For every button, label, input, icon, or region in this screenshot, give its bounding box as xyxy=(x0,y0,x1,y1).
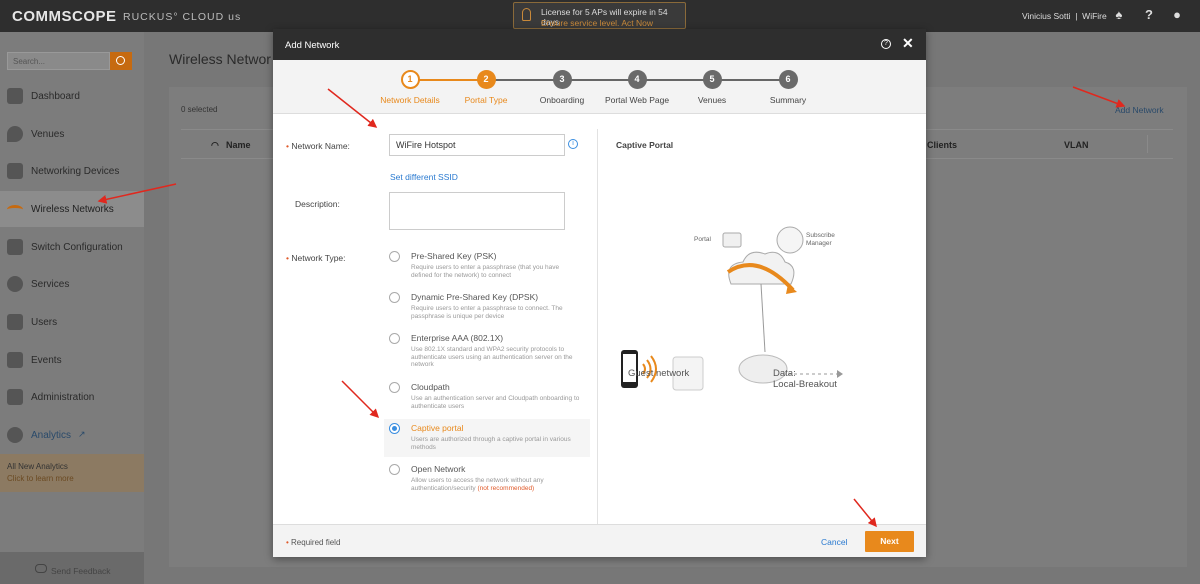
sidebar-item-wireless-networks[interactable]: Wireless Networks xyxy=(0,191,144,227)
send-feedback-button[interactable]: Send Feedback xyxy=(0,552,144,584)
data-label: Data: xyxy=(773,368,796,379)
license-banner[interactable]: License for 5 APs will expire in 54 days… xyxy=(513,2,686,29)
sidebar-item-venues[interactable]: Venues xyxy=(0,116,144,152)
sidebar-item-analytics[interactable]: Analytics ↗ xyxy=(0,417,144,453)
wifi-icon: ◠ xyxy=(211,140,219,150)
radio-captive-portal[interactable] xyxy=(389,423,400,434)
pie-chart-icon xyxy=(7,427,23,443)
description-label: Description: xyxy=(295,199,340,209)
switch-icon xyxy=(7,239,23,255)
step-network-details[interactable]: 1 Network Details xyxy=(370,70,450,105)
help-icon[interactable]: ? xyxy=(1142,8,1156,22)
radio-open-network[interactable] xyxy=(389,464,400,475)
option-enterprise-aaa[interactable]: Enterprise AAA (802.1X) Use 802.1X standa… xyxy=(384,329,590,374)
search-input[interactable]: Search... xyxy=(7,52,110,70)
step-portal-web-page[interactable]: 4 Portal Web Page xyxy=(597,70,677,105)
description-textarea[interactable] xyxy=(389,192,565,230)
sidebar-item-networking-devices[interactable]: Networking Devices xyxy=(0,153,144,189)
dialog-header: Add Network ? ✕ xyxy=(273,29,926,60)
license-action-link[interactable]: Ensure service level. Act Now xyxy=(541,18,653,28)
column-settings-icon[interactable] xyxy=(1147,135,1165,153)
devices-icon xyxy=(7,163,23,179)
option-captive-portal[interactable]: Captive portal Users are authorized throu… xyxy=(384,419,590,457)
required-note: • Required field xyxy=(286,538,341,547)
events-icon xyxy=(7,352,23,368)
chat-icon xyxy=(35,564,47,573)
subscribe-label: Subscribe xyxy=(806,232,835,239)
option-psk[interactable]: Pre-Shared Key (PSK) Require users to ent… xyxy=(384,247,590,285)
network-name-label: • Network Name: xyxy=(286,141,350,151)
brand-logo: COMMSCOPE xyxy=(12,8,117,25)
sidebar-item-administration[interactable]: Administration xyxy=(0,379,144,415)
cancel-button[interactable]: Cancel xyxy=(821,537,847,547)
local-breakout-label: Local-Breakout xyxy=(773,379,837,390)
top-bar: COMMSCOPE RUCKUS° CLOUD us License for 5… xyxy=(0,0,1200,32)
radio-dpsk[interactable] xyxy=(389,292,400,303)
location-pin-icon xyxy=(7,126,23,142)
close-icon[interactable]: ✕ xyxy=(902,35,914,52)
column-vlan[interactable]: VLAN xyxy=(1064,140,1089,150)
gear-icon xyxy=(7,276,23,292)
option-open-network[interactable]: Open Network Allow users to access the ne… xyxy=(384,460,590,498)
wizard-steps: 1 Network Details 2 Portal Type 3 Onboardin… xyxy=(273,60,926,114)
dialog-footer: • Required field Cancel Next xyxy=(273,524,926,557)
wifi-icon xyxy=(7,205,23,214)
manager-label: Manager xyxy=(806,240,832,247)
selection-count: 0 selected xyxy=(181,105,218,114)
search-button[interactable] xyxy=(110,52,132,70)
radio-psk[interactable] xyxy=(389,251,400,262)
analytics-promo[interactable]: All New Analytics Click to learn more xyxy=(0,454,144,492)
sidebar-item-users[interactable]: Users xyxy=(0,304,144,340)
dialog-title: Add Network xyxy=(285,40,340,51)
user-icon xyxy=(7,314,23,330)
subscriber-manager-icon xyxy=(776,226,804,254)
tenant-name: WiFire xyxy=(1082,11,1107,21)
portal-label: Portal xyxy=(694,236,712,243)
column-name[interactable]: Name xyxy=(226,140,251,150)
network-type-label: • Network Type: xyxy=(286,253,346,263)
next-button[interactable]: Next xyxy=(865,531,914,552)
option-dpsk[interactable]: Dynamic Pre-Shared Key (DPSK) Require use… xyxy=(384,288,590,326)
breakout-arrowhead xyxy=(837,370,843,378)
monitor-icon xyxy=(722,232,742,248)
uplink-line xyxy=(760,283,766,353)
set-different-ssid-link[interactable]: Set different SSID xyxy=(390,172,458,182)
radio-cloudpath[interactable] xyxy=(389,382,400,393)
add-network-link[interactable]: Add Network xyxy=(1115,105,1164,115)
network-name-input[interactable]: WiFire Hotspot xyxy=(389,134,565,156)
sidebar: Search... Dashboard Venues Networking De… xyxy=(0,32,144,584)
product-logo: RUCKUS° CLOUD us xyxy=(123,11,242,23)
lightbulb-icon xyxy=(522,8,531,21)
promo-link[interactable]: Click to learn more xyxy=(7,474,74,483)
dashboard-icon xyxy=(7,88,23,104)
sidebar-item-events[interactable]: Events xyxy=(0,342,144,378)
add-network-dialog: Add Network ? ✕ 1 Network Details 2 Portal… xyxy=(273,29,926,557)
help-icon[interactable]: ? xyxy=(881,39,891,49)
radio-enterprise-aaa[interactable] xyxy=(389,333,400,344)
bell-icon[interactable]: ♠ xyxy=(1112,8,1126,22)
column-divider xyxy=(597,129,598,524)
sidebar-item-dashboard[interactable]: Dashboard xyxy=(0,78,144,114)
user-name: Vinicius Sotti xyxy=(1022,11,1071,21)
page-title: Wireless Networ xyxy=(169,51,271,67)
guest-network-label: Guest network xyxy=(628,368,690,379)
wrench-icon xyxy=(7,389,23,405)
external-link-icon: ↗ xyxy=(78,429,86,439)
column-clients[interactable]: Clients xyxy=(927,140,957,150)
step-portal-type[interactable]: 2 Portal Type xyxy=(446,70,526,105)
step-summary[interactable]: 6 Summary xyxy=(748,70,828,105)
info-icon[interactable]: i xyxy=(568,139,578,149)
sidebar-item-switch-configuration[interactable]: Switch Configuration xyxy=(0,229,144,265)
user-info[interactable]: Vinicius Sotti | WiFire xyxy=(1022,11,1107,21)
preview-title: Captive Portal xyxy=(616,140,674,150)
step-onboarding[interactable]: 3 Onboarding xyxy=(522,70,602,105)
user-avatar-icon[interactable]: ● xyxy=(1170,8,1184,22)
option-cloudpath[interactable]: Cloudpath Use an authentication server an… xyxy=(384,378,590,416)
sidebar-item-services[interactable]: Services xyxy=(0,266,144,302)
step-venues[interactable]: 5 Venues xyxy=(672,70,752,105)
